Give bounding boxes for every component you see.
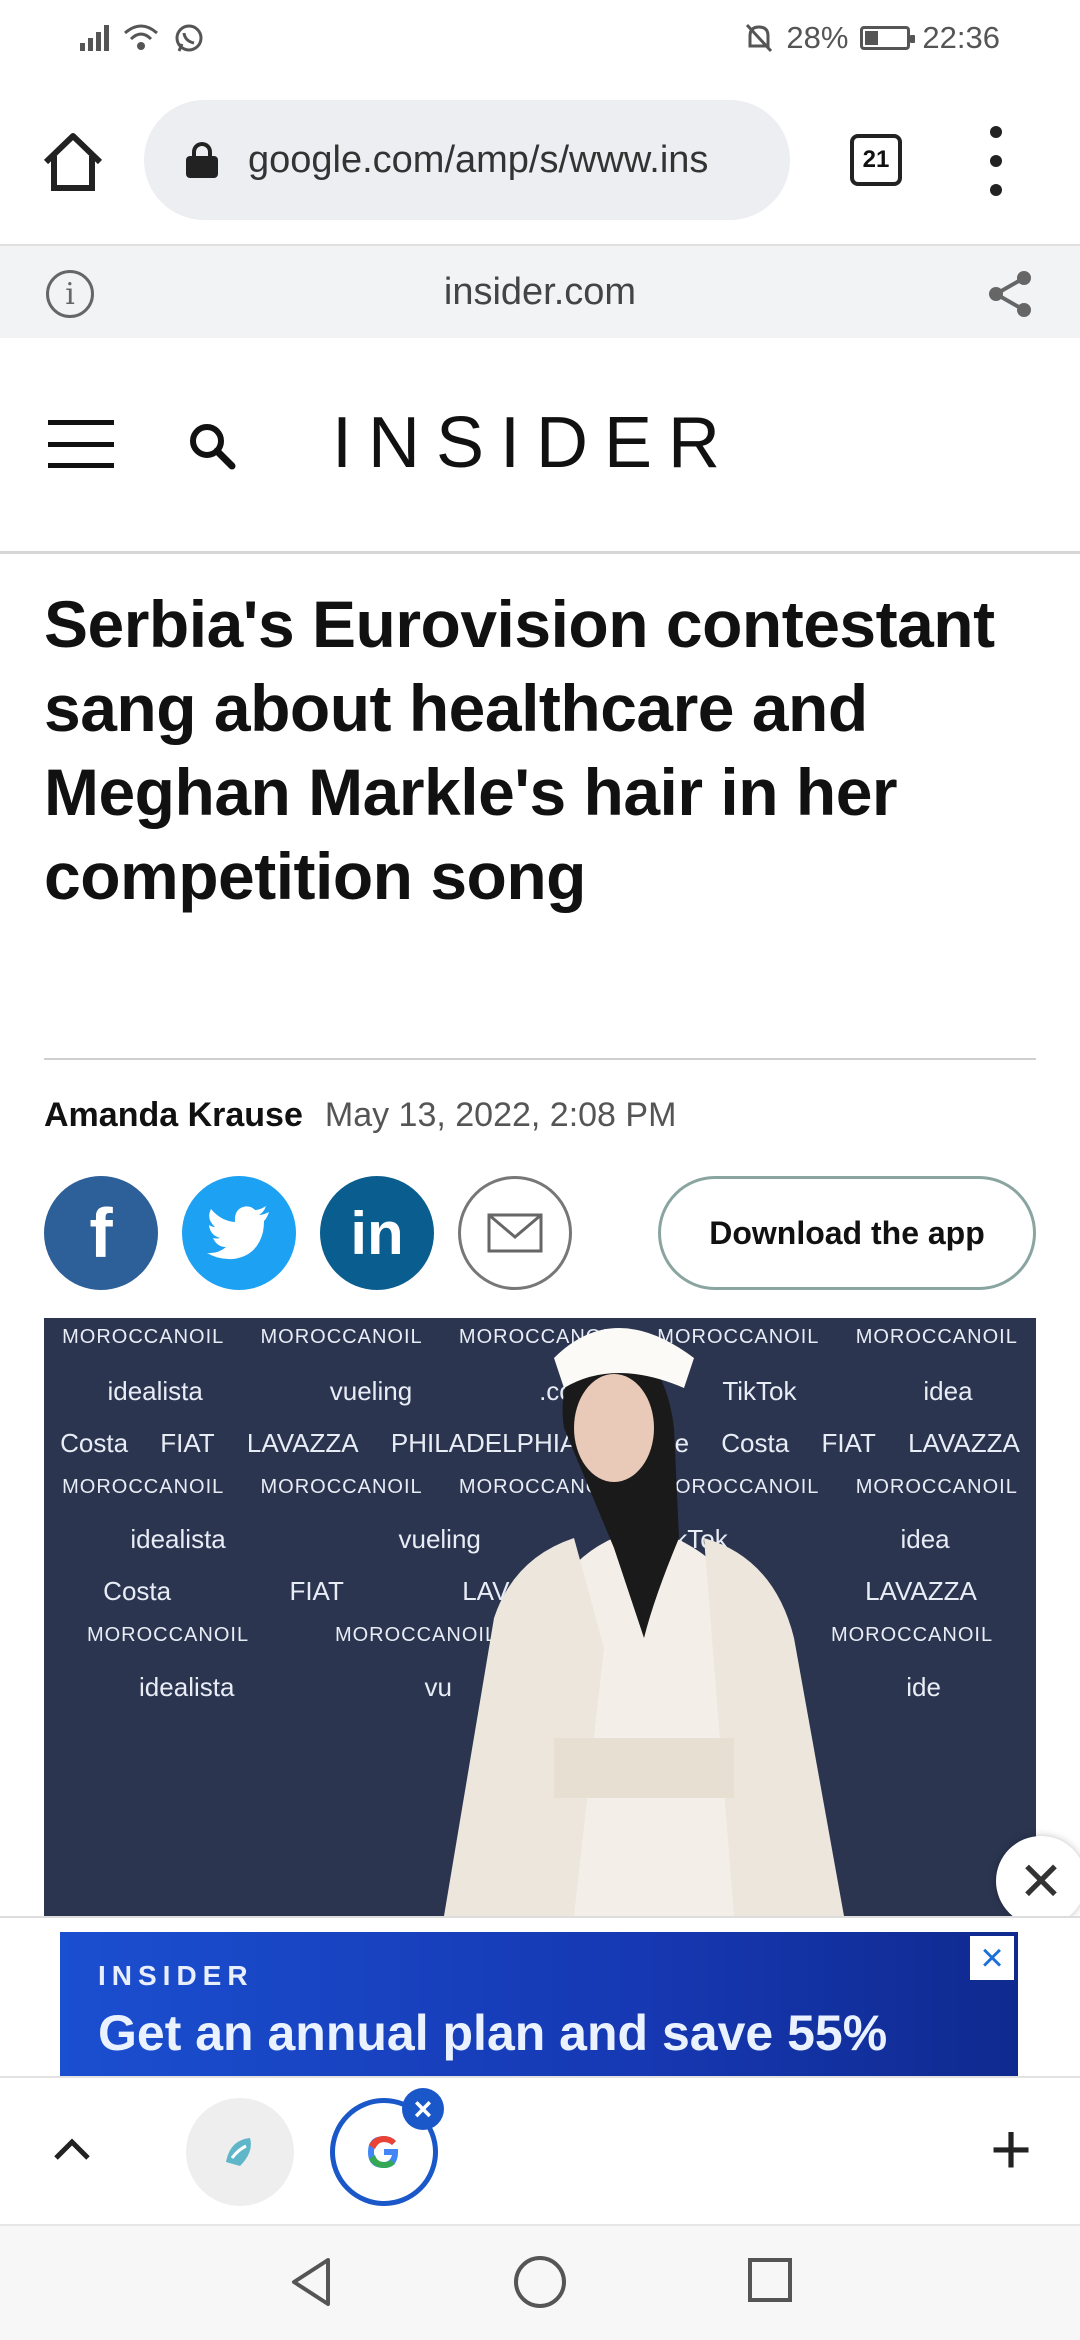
backdrop-logo: ide xyxy=(906,1672,941,1702)
download-app-button[interactable]: Download the app xyxy=(658,1176,1036,1290)
ad-close-icon[interactable]: × xyxy=(970,1936,1014,1980)
site-header: INSIDER xyxy=(0,340,1080,554)
status-left xyxy=(80,22,205,54)
backdrop-logo: MOROCCANOIL xyxy=(62,1476,225,1498)
facebook-share-button[interactable]: f xyxy=(44,1176,158,1290)
google-icon xyxy=(368,2136,399,2168)
ad-brand: INSIDER xyxy=(98,1960,254,1991)
author-name[interactable]: Amanda Krause xyxy=(44,1096,303,1135)
amp-header-bar: i insider.com xyxy=(0,244,1080,338)
twitter-share-button[interactable] xyxy=(182,1176,296,1290)
backdrop-logo: LAVAZZA xyxy=(908,1428,1020,1458)
hero-image: MOROCCANOIL MOROCCANOIL MOROCCANOIL MOROCCA… xyxy=(44,1318,1036,1916)
backdrop-logo: MOROCCANOIL xyxy=(260,1326,423,1348)
back-icon[interactable] xyxy=(284,2254,340,2310)
backdrop-logo: MOROCCANOIL xyxy=(86,1624,250,1646)
chevron-up-icon[interactable] xyxy=(50,2128,94,2172)
signal-icon xyxy=(80,25,109,51)
tab-strip: × + xyxy=(0,2076,1080,2224)
facebook-icon: f xyxy=(89,1194,113,1272)
linkedin-share-button[interactable]: in xyxy=(320,1176,434,1290)
backdrop-logo: Costa xyxy=(103,1576,172,1606)
tab-thumbnail[interactable] xyxy=(186,2098,294,2206)
backdrop-logo: idealista xyxy=(107,1376,203,1406)
backdrop-logo: FIAT xyxy=(160,1428,215,1458)
byline: Amanda Krause May 13, 2022, 2:08 PM xyxy=(44,1096,676,1135)
battery-icon xyxy=(860,26,916,50)
home-icon[interactable] xyxy=(38,128,108,198)
status-bar: 28% 22:36 xyxy=(0,0,1080,76)
amp-domain[interactable]: insider.com xyxy=(444,271,636,314)
share-icon[interactable] xyxy=(984,268,1036,320)
backdrop-logo: idea xyxy=(923,1376,973,1406)
home-nav-icon[interactable] xyxy=(514,2256,566,2308)
ad-text: Get an annual plan and save 55% xyxy=(98,2005,888,2061)
battery-fill xyxy=(865,31,878,45)
linkedin-icon: in xyxy=(350,1199,404,1267)
article-headline: Serbia's Eurovision contestant sang abou… xyxy=(44,587,995,913)
share-row: f in Download the app xyxy=(44,1176,1036,1290)
backdrop-logo: vueling xyxy=(329,1376,413,1406)
close-icon[interactable]: ✕ xyxy=(996,1836,1080,1926)
battery-percent: 28% xyxy=(786,20,849,55)
status-time: 22:36 xyxy=(922,20,1000,55)
email-share-button[interactable] xyxy=(458,1176,572,1290)
backdrop-logo: Costa xyxy=(60,1428,129,1458)
info-icon[interactable]: i xyxy=(46,270,94,318)
ad-area: INSIDER Get an annual plan and save 55% … xyxy=(0,1916,1080,2078)
wifi-icon xyxy=(124,24,158,50)
browser-toolbar: google.com/amp/s/www.ins 21 xyxy=(0,90,1080,230)
close-tab-icon[interactable]: × xyxy=(402,2088,444,2130)
url-bar[interactable]: google.com/amp/s/www.ins xyxy=(144,100,790,220)
system-nav-bar xyxy=(0,2224,1080,2340)
tab-switcher-button[interactable]: 21 xyxy=(850,134,902,186)
lock-icon xyxy=(186,142,218,178)
mail-icon xyxy=(487,1213,543,1253)
backdrop-logo: idealista xyxy=(130,1524,226,1554)
publish-date: May 13, 2022, 2:08 PM xyxy=(324,1096,677,1134)
backdrop-logo: FIAT xyxy=(289,1576,344,1606)
search-icon[interactable] xyxy=(186,420,238,472)
url-text[interactable]: google.com/amp/s/www.ins xyxy=(248,139,768,182)
site-logo[interactable]: INSIDER xyxy=(332,402,736,484)
ad-banner[interactable]: INSIDER Get an annual plan and save 55% … xyxy=(60,1932,1018,2078)
site-favicon-icon xyxy=(226,2138,251,2166)
backdrop-logo: idealista xyxy=(139,1672,235,1702)
status-right: 28% 22:36 xyxy=(744,20,1000,56)
overflow-menu-icon[interactable] xyxy=(984,126,1008,196)
backdrop-logo: idea xyxy=(900,1524,950,1554)
singer-photo xyxy=(444,1328,844,1916)
backdrop-logo: LAVAZZA xyxy=(246,1428,359,1458)
bell-muted-icon xyxy=(746,23,773,53)
new-tab-button[interactable]: + xyxy=(990,2114,1032,2186)
twitter-icon xyxy=(207,1206,269,1260)
recent-apps-icon[interactable] xyxy=(748,2258,792,2302)
whatsapp-icon xyxy=(175,24,203,52)
hamburger-menu-icon[interactable] xyxy=(48,420,114,468)
backdrop-logo: MOROCCANOIL xyxy=(62,1326,225,1348)
backdrop-logo: MOROCCANOIL xyxy=(260,1476,423,1498)
divider xyxy=(44,1058,1036,1060)
